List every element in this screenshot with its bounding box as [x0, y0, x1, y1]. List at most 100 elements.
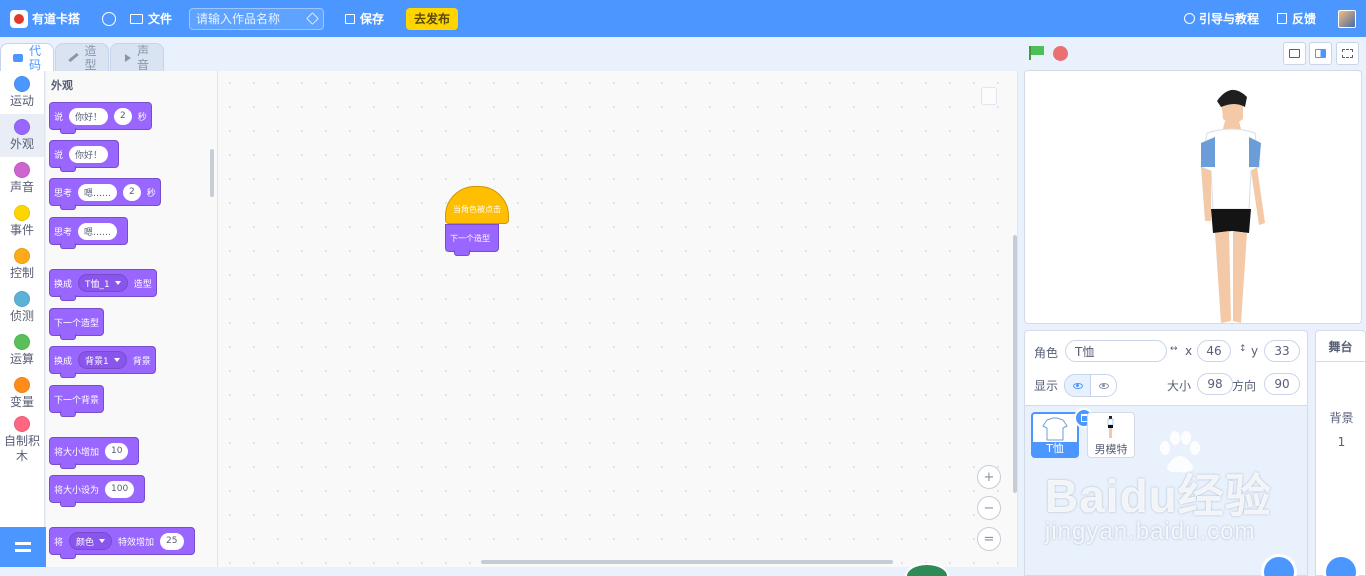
block-say-for-secs[interactable]: 说 你好！ 2 秒 — [49, 102, 152, 134]
avatar[interactable] — [1338, 9, 1356, 28]
tab-costumes[interactable]: 造型 — [55, 43, 109, 72]
sprite-male-model[interactable] — [1025, 71, 1362, 324]
green-flag-button[interactable] — [1029, 46, 1045, 60]
block-change-effect[interactable]: 将 颜色 特效增加 25 — [49, 527, 195, 559]
sprite-name-input[interactable]: T恤 — [1065, 340, 1167, 362]
block-input[interactable]: 你好！ — [69, 107, 109, 125]
category-motion[interactable]: 运动 — [0, 71, 44, 114]
effect-dropdown[interactable]: 颜色 — [69, 532, 113, 550]
y-coordinate-input[interactable]: 33 — [1264, 340, 1300, 362]
logo-icon — [10, 9, 28, 28]
block-input[interactable]: 2 — [123, 183, 141, 201]
block-input[interactable]: 100 — [105, 480, 135, 498]
extension-icon — [15, 542, 31, 552]
block-change-size[interactable]: 将大小增加 10 — [49, 437, 140, 469]
small-stage-button[interactable] — [1283, 42, 1306, 65]
sprite-name: 男模特 — [1094, 443, 1128, 456]
block-switch-backdrop[interactable]: 换成 背景1 背景 — [49, 346, 156, 378]
sound-dot-icon — [14, 162, 30, 178]
logo[interactable]: 有道卡搭 — [10, 9, 80, 28]
x-arrows-icon: ↔ — [1170, 344, 1178, 354]
workspace-horizontal-scrollbar[interactable] — [481, 560, 893, 564]
category-control[interactable]: 控制 — [0, 243, 44, 286]
stage-selector[interactable]: 舞台 背景 1 — [1315, 330, 1366, 576]
publish-button[interactable]: 去发布 — [406, 7, 459, 30]
block-think[interactable]: 思考 嗯…… — [49, 217, 129, 249]
block-input[interactable]: 10 — [105, 442, 129, 460]
zoom-out-button[interactable]: − — [977, 496, 1001, 520]
block-input[interactable]: 嗯…… — [78, 222, 118, 240]
size-input[interactable]: 98 — [1197, 373, 1233, 395]
category-looks[interactable]: 外观 — [0, 114, 44, 157]
category-variables[interactable]: 变量 — [0, 372, 44, 415]
add-backdrop-button[interactable] — [1323, 554, 1359, 576]
watermark-url: jingyan.baidu.com — [1045, 518, 1256, 545]
normal-stage-icon — [1315, 49, 1326, 58]
show-label: 显示 — [1034, 379, 1059, 393]
next-costume-block[interactable]: 下一个造型 — [445, 224, 499, 256]
block-say[interactable]: 说 你好！ — [49, 140, 120, 172]
project-title-input[interactable] — [196, 11, 307, 26]
block-input[interactable]: 25 — [160, 532, 184, 550]
palette-scrollbar[interactable] — [210, 149, 214, 197]
block-palette: 外观 说 你好！ 2 秒 说 你好！ 思考 嗯…… 2 秒 思考 嗯…… 换成 … — [46, 71, 218, 567]
dropdown-value: 背景1 — [85, 356, 109, 367]
sprite-name: T恤 — [1033, 442, 1077, 456]
block-next-backdrop[interactable]: 下一个背景 — [49, 385, 105, 417]
save-button[interactable]: 保存 — [345, 10, 384, 27]
block-think-for-secs[interactable]: 思考 嗯…… 2 秒 — [49, 178, 161, 210]
category-events[interactable]: 事件 — [0, 200, 44, 243]
feedback-button[interactable]: 反馈 — [1276, 10, 1316, 27]
stage-canvas[interactable] — [1024, 70, 1362, 324]
block-text: 将 — [54, 537, 64, 548]
category-sensing[interactable]: 侦测 — [0, 286, 44, 329]
save-icon — [345, 13, 356, 24]
block-text: 将大小增加 — [54, 447, 100, 458]
block-input[interactable]: 嗯…… — [78, 183, 118, 201]
category-my-blocks[interactable]: 自制积木 — [0, 415, 44, 465]
category-label: 声音 — [9, 180, 34, 194]
file-menu[interactable]: 文件 — [130, 10, 172, 27]
feedback-icon — [1276, 13, 1287, 24]
normal-stage-button[interactable] — [1309, 42, 1332, 65]
sprite-tile-male-model[interactable]: 男模特 — [1087, 412, 1135, 458]
costume-dropdown[interactable]: T恤_1 — [78, 274, 128, 292]
folder-icon — [130, 13, 144, 24]
block-input[interactable]: 2 — [114, 107, 132, 125]
when-sprite-clicked-block[interactable]: 当角色被点击 — [445, 186, 509, 224]
chevron-down-icon — [99, 539, 106, 543]
project-title-field[interactable] — [189, 7, 325, 30]
add-extension-button[interactable] — [0, 527, 46, 567]
zoom-in-button[interactable]: + — [977, 465, 1001, 489]
file-menu-label: 文件 — [148, 12, 173, 26]
help-icon — [1183, 13, 1195, 24]
block-set-size[interactable]: 将大小设为 100 — [49, 475, 146, 507]
show-sprite-toggle[interactable] — [1064, 374, 1091, 397]
eye-off-icon — [1098, 382, 1109, 389]
category-sound[interactable]: 声音 — [0, 157, 44, 200]
zoom-reset-button[interactable]: = — [977, 527, 1001, 551]
block-input[interactable]: 你好！ — [69, 145, 109, 163]
fullscreen-button[interactable] — [1336, 42, 1359, 65]
dropdown-value: 颜色 — [76, 537, 95, 548]
workspace-vertical-scrollbar[interactable] — [1013, 235, 1017, 493]
script-workspace[interactable]: 当角色被点击 下一个造型 + − = — [218, 71, 1018, 567]
globe-icon[interactable] — [102, 11, 117, 26]
tab-sounds[interactable]: 声音 — [110, 43, 164, 72]
motion-dot-icon — [14, 76, 30, 92]
tab-code-label: 代码 — [29, 43, 42, 72]
brush-icon — [67, 52, 79, 63]
stop-button[interactable] — [1053, 46, 1068, 61]
category-operators[interactable]: 运算 — [0, 329, 44, 372]
add-sprite-button[interactable] — [1261, 554, 1297, 576]
tab-code[interactable]: 代码 — [0, 43, 54, 72]
sprite-tile-tshirt[interactable]: T恤 — [1031, 408, 1094, 458]
direction-input[interactable]: 90 — [1264, 373, 1300, 395]
block-next-costume[interactable]: 下一个造型 — [49, 308, 105, 340]
backdrop-dropdown[interactable]: 背景1 — [78, 351, 127, 369]
guide-button[interactable]: 引导与教程 — [1183, 10, 1259, 27]
hide-sprite-toggle[interactable] — [1090, 374, 1117, 397]
x-coordinate-input[interactable]: 46 — [1197, 340, 1231, 362]
block-switch-costume[interactable]: 换成 T恤_1 造型 — [49, 269, 157, 301]
fullscreen-icon — [1342, 49, 1353, 58]
